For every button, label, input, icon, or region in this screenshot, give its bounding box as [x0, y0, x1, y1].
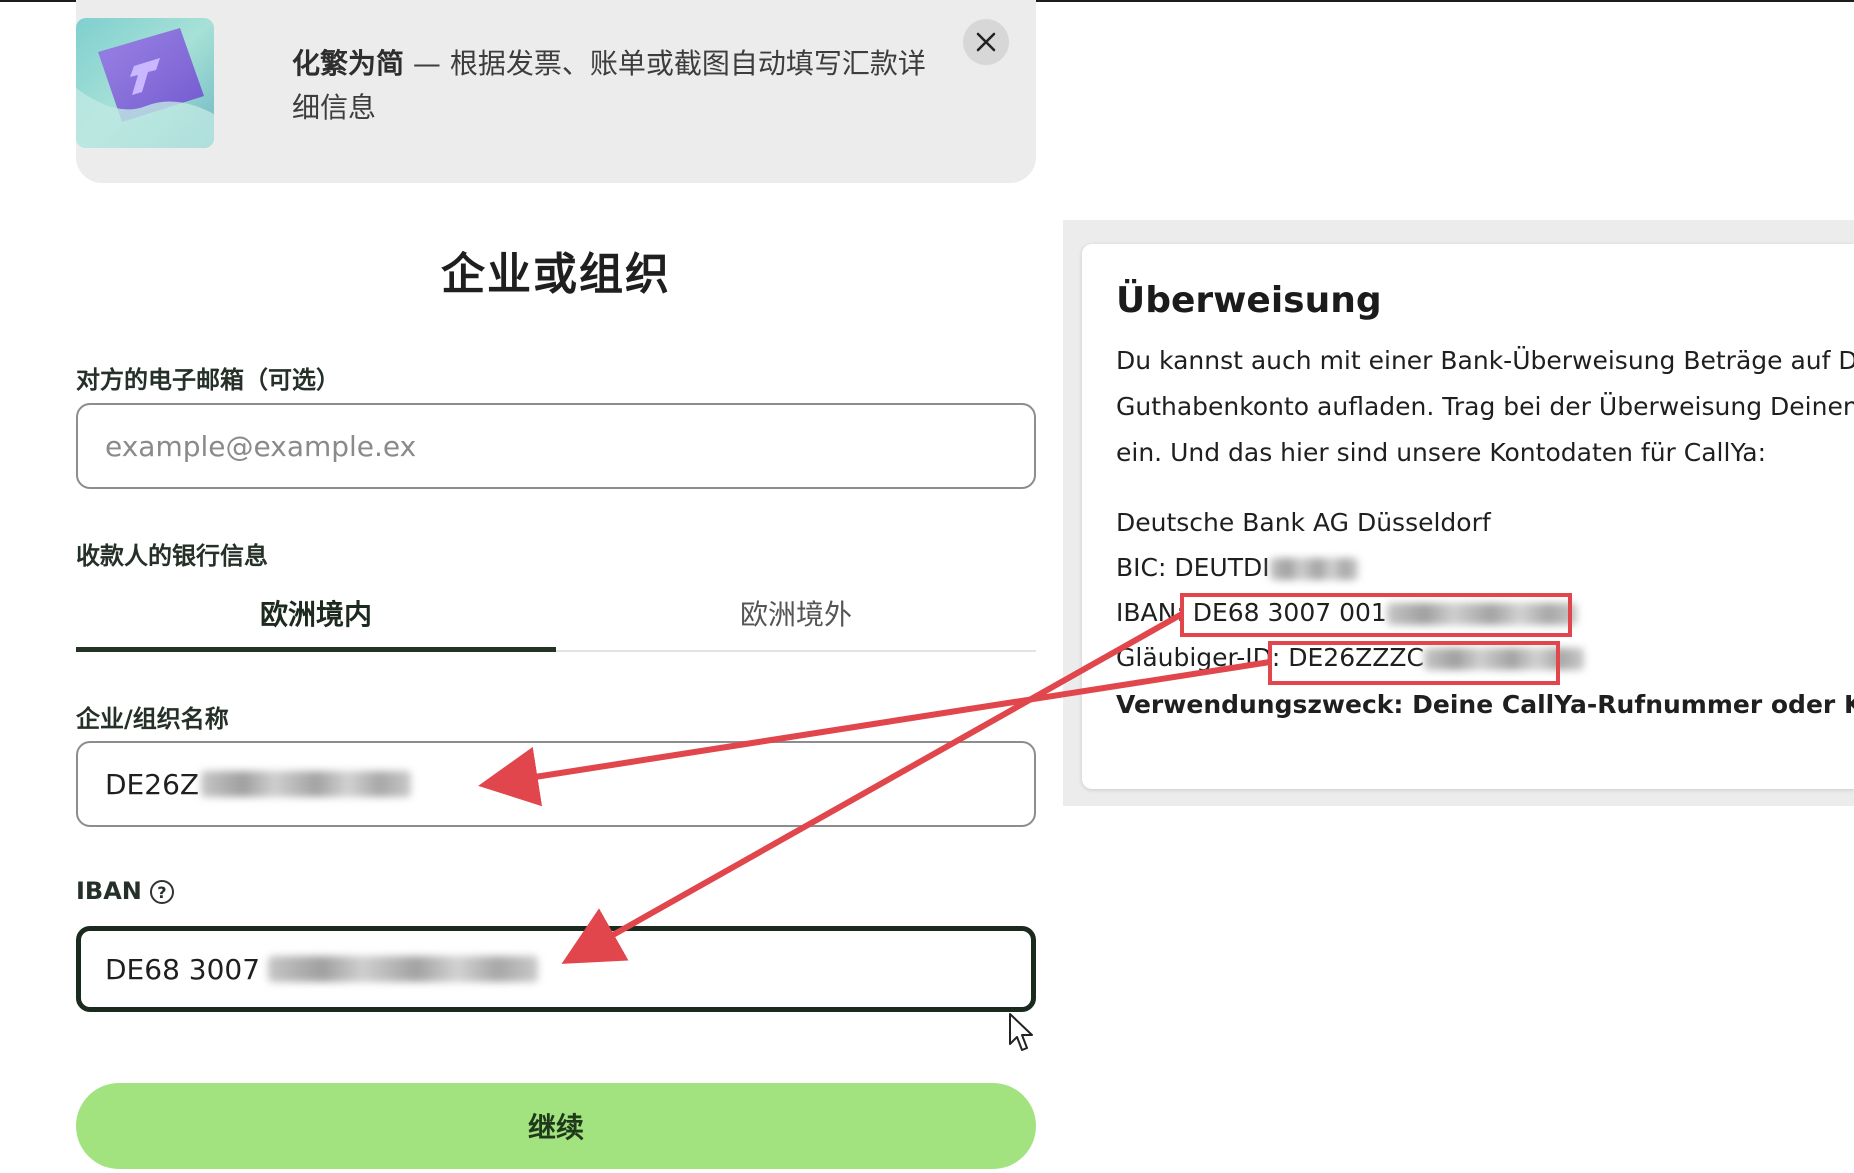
annotation-arrows — [478, 611, 1271, 964]
arrow-iban-to-iban — [561, 611, 1184, 964]
arrow-creditor-to-company — [478, 659, 1271, 807]
